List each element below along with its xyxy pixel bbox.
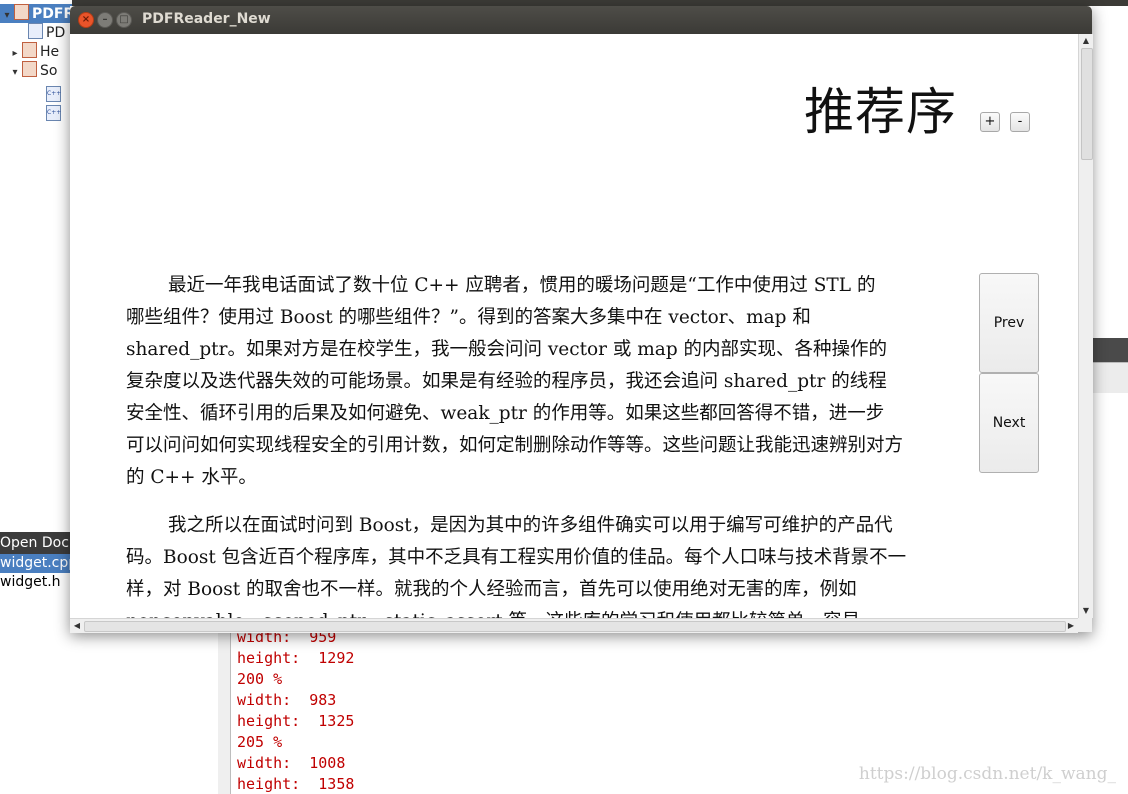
sources-folder-icon <box>22 61 37 77</box>
tree-item-label: PDFR <box>32 6 75 22</box>
page-body-text: 最近一年我电话面试了数十位 C++ 应聘者，惯用的暖场问题是“工作中使用过 ST… <box>126 270 1006 618</box>
text-line: 复杂度以及迭代器失效的可能场景。如果是有经验的程序员，我还会追问 shared_… <box>126 371 887 392</box>
tree-item-sources[interactable]: ▾ So <box>8 61 57 80</box>
vertical-scroll-thumb[interactable] <box>1081 48 1093 160</box>
prev-page-button[interactable]: Prev <box>979 273 1039 373</box>
console-line: height: 1325 <box>237 712 355 730</box>
close-window-button[interactable]: × <box>78 12 94 28</box>
tree-item-cpp-file[interactable]: C++ <box>46 81 64 102</box>
open-documents-label: Open Docu <box>0 535 72 551</box>
page-heading: 推荐序 <box>804 83 957 141</box>
tree-item-headers[interactable]: ▸ He <box>8 42 59 61</box>
text-line: 码。Boost 包含近百个程序库，其中不乏具有工程实用价值的佳品。每个人口味与技… <box>126 547 907 568</box>
next-page-button[interactable]: Next <box>979 373 1039 473</box>
text-line: 样，对 Boost 的取舍也不一样。就我的个人经验而言，首先可以使用绝对无害的库… <box>126 579 857 600</box>
window-title: PDFReader_New <box>142 11 271 27</box>
pdf-page-viewport[interactable]: 推荐序 最近一年我电话面试了数十位 C++ 应聘者，惯用的暖场问题是“工作中使用… <box>70 34 1078 618</box>
horizontal-scroll-thumb[interactable] <box>84 621 1066 632</box>
expand-arrow-icon[interactable]: ▸ <box>8 48 22 59</box>
text-line: 最近一年我电话面试了数十位 C++ 应聘者，惯用的暖场问题是“工作中使用过 ST… <box>168 275 876 296</box>
tree-item-pro-file[interactable]: PD <box>14 23 65 42</box>
text-line: 哪些组件？使用过 Boost 的哪些组件？”。得到的答案大多集中在 vector… <box>126 307 811 328</box>
watermark: https://blog.csdn.net/k_wang_ <box>858 764 1116 784</box>
headers-folder-icon <box>22 42 37 58</box>
open-doc-item[interactable]: widget.h <box>0 573 72 592</box>
console-line: height: 1358 <box>237 775 355 793</box>
console-line: width: 1008 <box>237 754 346 772</box>
tree-item-project[interactable]: ▾ PDFR <box>0 4 75 23</box>
pro-file-icon <box>28 23 43 39</box>
console-line: height: 1292 <box>237 649 355 667</box>
scroll-up-icon[interactable]: ▲ <box>1079 34 1093 48</box>
text-line: noncopyable、scoped_ptr、static_assert 等，这… <box>126 606 1006 618</box>
maximize-window-button[interactable]: □ <box>116 12 132 28</box>
open-documents-header: Open Docu <box>0 532 72 554</box>
scroll-down-icon[interactable]: ▼ <box>1079 604 1093 618</box>
project-tree: ▾ PDFR PD ▸ He ▾ So C++ C++ <box>0 0 75 530</box>
scroll-left-icon[interactable]: ◀ <box>70 619 84 633</box>
text-line: 的 C++ 水平。 <box>126 467 257 488</box>
text-line: 我之所以在面试时问到 Boost，是因为其中的许多组件确实可以用于编写可维护的产… <box>168 515 893 536</box>
text-line: 安全性、循环引用的后果及如何避免、weak_ptr 的作用等。如果这些都回答得不… <box>126 403 885 424</box>
tree-item-cpp-file[interactable]: C++ <box>46 100 64 121</box>
cpp-file-icon: C++ <box>46 105 61 121</box>
tree-item-label: So <box>40 63 58 79</box>
vertical-scrollbar[interactable]: ▲ ▼ <box>1078 34 1093 618</box>
horizontal-scrollbar[interactable]: ◀ ▶ <box>70 618 1078 633</box>
console-line: 205 % <box>237 733 283 751</box>
window-titlebar[interactable]: × – □ PDFReader_New <box>70 6 1092 34</box>
console-line: 200 % <box>237 670 283 688</box>
tree-item-label: He <box>40 44 60 60</box>
ide-panel <box>1092 362 1128 393</box>
zoom-out-button[interactable]: - <box>1010 112 1030 132</box>
text-line: shared_ptr。如果对方是在校学生，我一般会问问 vector 或 map… <box>126 339 888 360</box>
tree-item-label: PD <box>46 25 66 41</box>
expand-arrow-icon[interactable]: ▾ <box>8 67 22 78</box>
project-icon <box>14 4 29 20</box>
zoom-in-button[interactable]: + <box>980 112 1000 132</box>
ide-panel-header <box>1092 338 1128 362</box>
pdf-reader-window: × – □ PDFReader_New 推荐序 最近一年我电话面试了数十位 C+… <box>70 6 1093 633</box>
text-line: 可以问问如何实现线程安全的引用计数，如何定制删除动作等等。这些问题让我能迅速辨别… <box>126 435 904 456</box>
scrollbar-corner <box>1078 618 1092 632</box>
expand-arrow-icon[interactable]: ▾ <box>0 10 14 21</box>
console-gutter <box>218 620 231 794</box>
scroll-right-icon[interactable]: ▶ <box>1064 619 1078 633</box>
minimize-window-button[interactable]: – <box>97 12 113 28</box>
console-line: width: 983 <box>237 691 337 709</box>
open-doc-item[interactable]: widget.cpp <box>0 554 72 573</box>
